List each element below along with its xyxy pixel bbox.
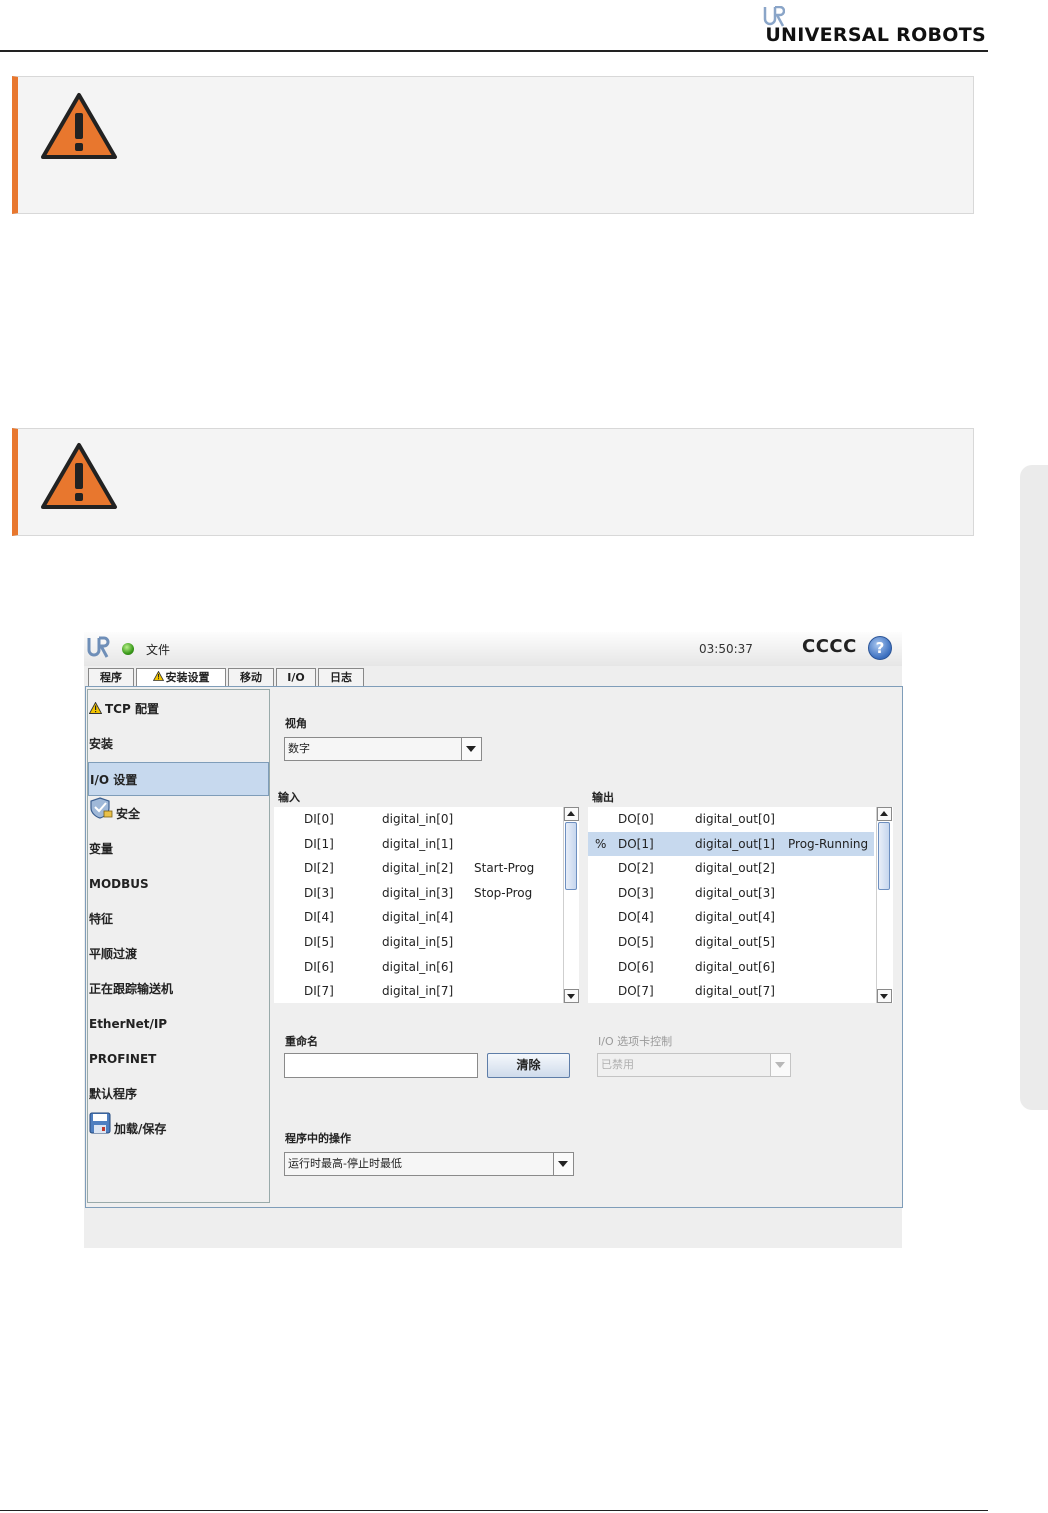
table-row[interactable]: DI[1] digital_in[1] (274, 832, 562, 857)
scroll-thumb[interactable] (878, 822, 890, 890)
io-tab-control-label: I/O 选项卡控制 (598, 1035, 673, 1048)
brand-name: UNIVERSAL ROBOTS (765, 24, 986, 46)
sidebar-item-ethernet-ip[interactable]: EtherNet/IP (88, 1007, 269, 1041)
program-action-label: 程序中的操作 (285, 1132, 351, 1145)
outputs-list: DO[0] digital_out[0] % DO[1] digital_out… (588, 807, 893, 1003)
tab-io[interactable]: I/O (276, 668, 316, 686)
tab-log[interactable]: 日志 (318, 668, 364, 686)
installation-panel: TCP 配置 安装 I/O 设置 安全 变量 MODBUS 特征 平顺过渡 正在… (85, 686, 903, 1208)
sidebar-item-profinet[interactable]: PROFINET (88, 1042, 269, 1076)
tab-installation[interactable]: 安装设置 (136, 668, 226, 688)
chevron-down-icon[interactable] (770, 1054, 790, 1076)
io-setup-content: 视角 数字 输入 输出 DI[0] digital_in[0] DI[1] di… (274, 687, 900, 1205)
tab-move[interactable]: 移动 (228, 668, 274, 686)
warning-box (12, 428, 974, 536)
footer-divider (0, 1510, 988, 1511)
table-row[interactable]: DI[2] digital_in[2] Start-Prog (274, 856, 562, 881)
warning-triangle-icon (41, 443, 117, 509)
sidebar-item-smooth-transition[interactable]: 平顺过渡 (88, 937, 269, 971)
view-label: 视角 (285, 717, 307, 730)
sidebar-item-default-program[interactable]: 默认程序 (88, 1077, 269, 1111)
sidebar-item-features[interactable]: 特征 (88, 902, 269, 936)
inputs-label: 输入 (278, 791, 300, 804)
table-row[interactable]: DO[5] digital_out[5] (588, 930, 874, 955)
sidebar-item-variables[interactable]: 变量 (88, 832, 269, 866)
program-action-select[interactable]: 运行时最高-停止时最低 (284, 1152, 574, 1176)
sidebar-item-modbus[interactable]: MODBUS (88, 867, 269, 901)
save-icon (89, 1112, 111, 1147)
inputs-scrollbar[interactable] (563, 807, 579, 1003)
installation-sidebar: TCP 配置 安装 I/O 设置 安全 变量 MODBUS 特征 平顺过渡 正在… (87, 689, 270, 1203)
table-row[interactable]: DO[0] digital_out[0] (588, 807, 874, 832)
table-row[interactable]: DI[7] digital_in[7] (274, 979, 562, 1004)
table-row[interactable]: DO[6] digital_out[6] (588, 955, 874, 980)
table-row[interactable]: DI[3] digital_in[3] Stop-Prog (274, 881, 562, 906)
outputs-label: 输出 (592, 791, 614, 804)
table-row[interactable]: DO[4] digital_out[4] (588, 905, 874, 930)
warning-triangle-icon (41, 93, 117, 159)
io-tab-control-select[interactable]: 已禁用 (597, 1053, 791, 1077)
shield-icon (89, 797, 113, 832)
robot-name: CCCC (802, 636, 857, 657)
view-select[interactable]: 数字 (284, 737, 482, 761)
side-thumb-tab (1020, 465, 1048, 1110)
warning-box (12, 76, 974, 214)
sidebar-item-io-setup[interactable]: I/O 设置 (88, 762, 269, 796)
chevron-down-icon[interactable] (553, 1153, 573, 1175)
table-row[interactable]: DO[3] digital_out[3] (588, 881, 874, 906)
table-row[interactable]: DO[7] digital_out[7] (588, 979, 874, 1004)
top-bar: 文件 03:50:37 CCCC ? (84, 632, 902, 666)
warning-icon (152, 669, 164, 686)
clock: 03:50:37 (699, 642, 753, 656)
warning-icon (88, 693, 103, 727)
chevron-down-icon[interactable] (461, 738, 481, 760)
scroll-thumb[interactable] (565, 822, 577, 890)
sidebar-item-safety[interactable]: 安全 (88, 797, 269, 831)
outputs-scrollbar[interactable] (876, 807, 892, 1003)
ur-logo-icon (87, 636, 110, 658)
sidebar-item-conveyor-tracking[interactable]: 正在跟踪输送机 (88, 972, 269, 1006)
ur-logo-icon (764, 6, 786, 27)
inputs-list: DI[0] digital_in[0] DI[1] digital_in[1] … (274, 807, 579, 1003)
table-row[interactable]: DI[6] digital_in[6] (274, 955, 562, 980)
table-row[interactable]: DI[0] digital_in[0] (274, 807, 562, 832)
sidebar-item-mounting[interactable]: 安装 (88, 727, 269, 761)
tab-program[interactable]: 程序 (88, 668, 134, 686)
table-row[interactable]: DI[5] digital_in[5] (274, 930, 562, 955)
clear-button[interactable]: 清除 (487, 1053, 570, 1078)
rename-label: 重命名 (285, 1035, 318, 1048)
table-row[interactable]: % DO[1] digital_out[1] Prog-Running (588, 831, 874, 857)
sidebar-item-load-save[interactable]: 加载/保存 (88, 1112, 269, 1146)
help-icon[interactable]: ? (868, 636, 892, 660)
header-divider (0, 50, 988, 52)
polyscope-window: 文件 03:50:37 CCCC ? 程序 安装设置 移动 I/O 日志 TCP… (84, 632, 903, 1248)
brand-logo: UNIVERSAL ROBOTS (764, 6, 986, 46)
table-row[interactable]: DI[4] digital_in[4] (274, 905, 562, 930)
file-menu[interactable]: 文件 (146, 641, 170, 658)
scroll-up-icon[interactable] (564, 807, 579, 821)
scroll-down-icon[interactable] (564, 989, 579, 1003)
table-row[interactable]: DO[2] digital_out[2] (588, 856, 874, 881)
scroll-up-icon[interactable] (877, 807, 892, 821)
robot-status-icon (122, 643, 134, 655)
scroll-down-icon[interactable] (877, 989, 892, 1003)
sidebar-item-tcp[interactable]: TCP 配置 (88, 692, 269, 726)
rename-input[interactable] (284, 1053, 478, 1078)
